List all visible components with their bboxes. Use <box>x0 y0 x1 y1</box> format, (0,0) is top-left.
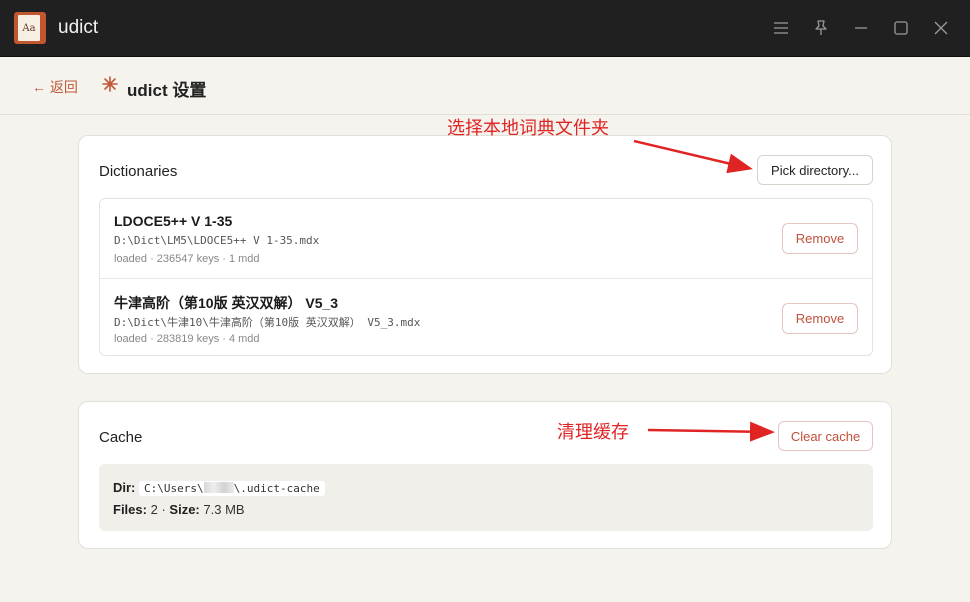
pin-icon[interactable] <box>811 18 831 38</box>
remove-button[interactable]: Remove <box>782 223 858 254</box>
app-title: udict <box>58 17 99 38</box>
maximize-icon[interactable] <box>891 18 911 38</box>
dict-meta: loaded · 283819 keys · 4 mdd <box>114 333 260 345</box>
cache-dir-path: C:\Users\ \.udict-cache <box>139 481 325 496</box>
app-icon: Aa <box>14 12 46 44</box>
dict-name: 牛津高阶（第10版 英汉双解） V5_3 <box>114 295 339 311</box>
cache-title: Cache <box>99 429 143 446</box>
dictionaries-card: Dictionaries Pick directory... LDOCE5++ … <box>78 135 892 374</box>
list-item: LDOCE5++ V 1-35 D:\Dict\LM5\LDOCE5++ V 1… <box>100 199 872 278</box>
page-title: udict 设置 <box>127 81 207 100</box>
settings-header: ← 返回 udict 设置 <box>0 57 970 115</box>
cache-annotation: 清理缓存 <box>557 422 629 443</box>
app-icon-text: Aa <box>18 15 40 41</box>
pick-annotation: 选择本地词典文件夹 <box>447 118 609 139</box>
dict-path: D:\Dict\牛津10\牛津高阶（第10版 英汉双解） V5_3.mdx <box>114 316 421 329</box>
title-bar: Aa udict <box>0 0 970 57</box>
dict-meta: loaded · 236547 keys · 1 mdd <box>114 253 260 265</box>
minimize-icon[interactable] <box>851 18 871 38</box>
clear-cache-button[interactable]: Clear cache <box>778 421 873 451</box>
back-link[interactable]: ← 返回 <box>32 77 78 97</box>
redacted-username <box>203 482 234 493</box>
close-icon[interactable] <box>931 18 951 38</box>
cache-stats-row: Files: 2 · Size: 7.3 MB <box>113 502 245 517</box>
dictionary-list: LDOCE5++ V 1-35 D:\Dict\LM5\LDOCE5++ V 1… <box>99 198 873 356</box>
files-label: Files: <box>113 502 147 517</box>
menu-icon[interactable] <box>771 18 791 38</box>
remove-button[interactable]: Remove <box>782 303 858 334</box>
dict-path: D:\Dict\LM5\LDOCE5++ V 1-35.mdx <box>114 234 320 247</box>
cache-dir-label: Dir: <box>113 480 136 495</box>
pick-directory-button[interactable]: Pick directory... <box>757 155 873 185</box>
dict-name: LDOCE5++ V 1-35 <box>114 213 233 229</box>
cache-dir-row: Dir: C:\Users\ \.udict-cache <box>113 480 325 496</box>
cache-info: Dir: C:\Users\ \.udict-cache Files: 2 · S… <box>99 464 873 531</box>
size-label: Size: <box>169 502 200 517</box>
files-value: 2 <box>150 502 158 517</box>
cache-card: Cache Clear cache Dir: C:\Users\ \.udict-… <box>78 401 892 549</box>
settings-icon <box>101 75 119 93</box>
list-item: 牛津高阶（第10版 英汉双解） V5_3 D:\Dict\牛津10\牛津高阶（第… <box>100 278 872 357</box>
dictionaries-title: Dictionaries <box>99 163 178 180</box>
size-value: 7.3 MB <box>203 502 245 517</box>
